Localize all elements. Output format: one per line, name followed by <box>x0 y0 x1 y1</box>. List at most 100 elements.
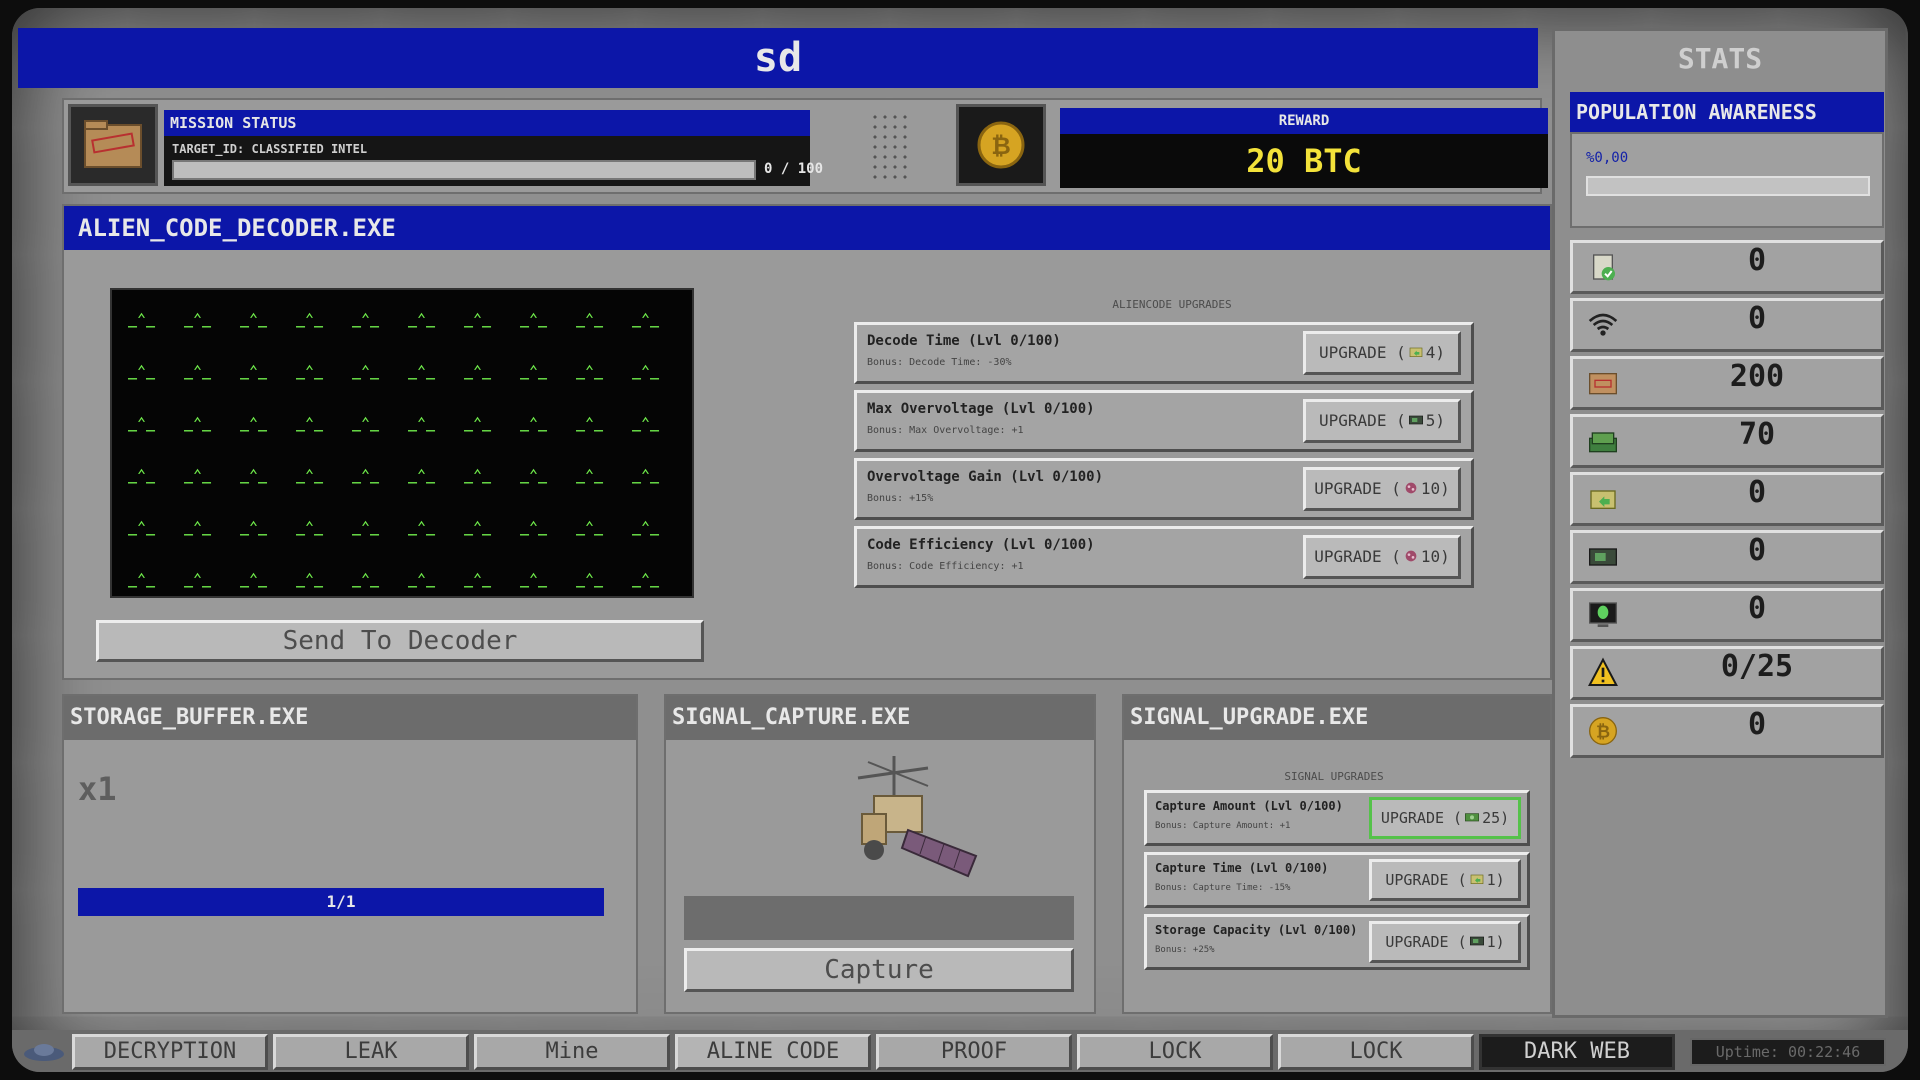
start-logo-icon[interactable] <box>20 1038 70 1066</box>
upgrade-button[interactable]: UPGRADE ( 5) <box>1303 399 1461 443</box>
alien-orb-icon <box>1403 540 1419 562</box>
upgrade-button-label: UPGRADE ( <box>1385 871 1467 889</box>
signal-capture-title: SIGNAL_CAPTURE.EXE <box>666 696 1094 740</box>
upgrade-bonus: Bonus: Decode Time: -30% <box>867 357 1012 368</box>
alien-glyph: _⌃_ <box>184 518 212 536</box>
mission-target: TARGET_ID: CLASSIFIED INTEL <box>172 142 368 156</box>
taskbar-tab[interactable]: Mine <box>474 1034 670 1070</box>
capture-button[interactable]: Capture <box>684 948 1074 992</box>
upgrade-cost: 5) <box>1425 411 1445 430</box>
gpu-icon <box>1408 404 1424 425</box>
folder-arrow-icon <box>1585 483 1621 515</box>
alien-glyph: _⌃_ <box>128 310 156 328</box>
reward-value: 20 BTC <box>1060 134 1548 188</box>
alien-glyph: _⌃_ <box>240 414 268 432</box>
stat-value: 0 <box>1747 243 1767 278</box>
stat-value: 0/25 <box>1720 649 1794 684</box>
alien-glyph: _⌃_ <box>632 466 660 484</box>
reward-coin-box: ₿ <box>956 104 1046 186</box>
alien-glyph: _⌃_ <box>520 414 548 432</box>
upgrade-button[interactable]: UPGRADE (10) <box>1303 535 1461 579</box>
storage-multiplier: x1 <box>78 770 117 808</box>
upgrade-button[interactable]: UPGRADE ( 4) <box>1303 331 1461 375</box>
upgrade-name: Storage Capacity (Lvl 0/100) <box>1155 923 1358 937</box>
upgrade-button[interactable]: UPGRADE (25) <box>1369 797 1521 839</box>
upgrade-name: Max Overvoltage (Lvl 0/100) <box>867 401 1095 417</box>
alien-glyph: _⌃_ <box>632 362 660 380</box>
alien-glyph: _⌃_ <box>464 310 492 328</box>
upgrade-button[interactable]: UPGRADE ( 1) <box>1369 859 1521 901</box>
alien-glyph: _⌃_ <box>576 414 604 432</box>
alien-glyph: _⌃_ <box>632 518 660 536</box>
satellite-icon <box>857 756 978 878</box>
bitcoin-icon: ₿ <box>977 121 1025 169</box>
alien-glyph: _⌃_ <box>128 466 156 484</box>
stat-value: 0 <box>1747 707 1767 742</box>
upgrade-bonus: Bonus: Code Efficiency: +1 <box>867 561 1024 572</box>
alien-glyph: _⌃_ <box>184 362 212 380</box>
taskbar-tab[interactable]: LEAK <box>273 1034 469 1070</box>
alien-glyph: _⌃_ <box>408 466 436 484</box>
alien-glyph: _⌃_ <box>240 466 268 484</box>
gpu-icon <box>1585 541 1621 573</box>
stat-row: 0 <box>1570 588 1884 642</box>
stat-row: 70 <box>1570 414 1884 468</box>
alien-glyph: _⌃_ <box>296 414 324 432</box>
taskbar-tab[interactable]: PROOF <box>876 1034 1072 1070</box>
alien-glyph-grid: _⌃_ _⌃_ _⌃_ _⌃_ _⌃_ _⌃_ _⌃_ _⌃_ _⌃_ _⌃_ _⌃_ _⌃_ _⌃_ _… <box>128 310 688 622</box>
folder-arrow-icon <box>1469 864 1485 884</box>
upgrade-button-label: UPGRADE ( <box>1319 343 1406 362</box>
signal-upgrade-card: Capture Time (Lvl 0/100) Bonus: Capture T… <box>1144 852 1530 908</box>
upgrade-cost: 10) <box>1420 547 1450 566</box>
stat-row: 0 <box>1570 240 1884 294</box>
taskbar-tab[interactable]: LOCK <box>1278 1034 1474 1070</box>
alien-glyph: _⌃_ <box>576 466 604 484</box>
document-check-icon <box>1585 251 1621 283</box>
taskbar-tab[interactable]: LOCK <box>1077 1034 1273 1070</box>
upgrade-button[interactable]: UPGRADE (10) <box>1303 467 1461 511</box>
alien-glyph: _⌃_ <box>240 362 268 380</box>
alien-glyph: _⌃_ <box>632 310 660 328</box>
stat-value: 70 <box>1738 417 1776 452</box>
alien-glyph: _⌃_ <box>520 518 548 536</box>
upgrade-cost: 4) <box>1425 343 1445 362</box>
alien-glyph: _⌃_ <box>520 310 548 328</box>
alien-glyph: _⌃_ <box>352 362 380 380</box>
stat-row: 0 <box>1570 472 1884 526</box>
upgrade-bonus: Bonus: Capture Time: -15% <box>1155 883 1291 893</box>
reward-label: REWARD <box>1060 108 1548 134</box>
alien-monitor-icon <box>1585 599 1621 631</box>
dot-grid-decoration <box>870 112 910 182</box>
folder-arrow-icon <box>1408 336 1424 357</box>
alien-glyph: _⌃_ <box>184 466 212 484</box>
alien-glyph: _⌃_ <box>240 518 268 536</box>
send-to-decoder-button[interactable]: Send To Decoder <box>96 620 704 662</box>
upgrade-button[interactable]: UPGRADE (1) <box>1369 921 1521 963</box>
upgrade-button-label: UPGRADE ( <box>1380 809 1463 827</box>
mission-folder-box <box>68 104 158 186</box>
population-awareness-label: POPULATION AWARENESS <box>1570 92 1884 132</box>
bitcoin-icon: ₿ <box>1585 715 1621 747</box>
game-screen: sd MISSION STATUS TARGET_ID: CLASSIFIED … <box>12 8 1908 1072</box>
alien-glyph: _⌃_ <box>352 570 380 588</box>
alien-glyph: _⌃_ <box>632 570 660 588</box>
storage-buffer-panel <box>62 694 638 1014</box>
aliencode-upgrades-title: ALIENCODE UPGRADES <box>1112 298 1232 311</box>
stat-value: 0 <box>1747 533 1767 568</box>
alien-glyph: _⌃_ <box>128 570 156 588</box>
taskbar-tab[interactable]: DARK WEB <box>1479 1034 1675 1070</box>
upgrade-name: Code Efficiency (Lvl 0/100) <box>867 537 1095 553</box>
upgrade-button-label: UPGRADE ( <box>1319 411 1406 430</box>
upgrade-cost: 1) <box>1486 871 1505 889</box>
taskbar-tab[interactable]: DECRYPTION <box>72 1034 268 1070</box>
uptime-display: Uptime: 00:22:46 <box>1690 1038 1886 1066</box>
taskbar-tab[interactable]: ALINE CODE <box>675 1034 871 1070</box>
aliencode-upgrade-card: Code Efficiency (Lvl 0/100) Bonus: Code E… <box>854 526 1474 588</box>
stat-value: 0 <box>1747 591 1767 626</box>
upgrade-name: Capture Time (Lvl 0/100) <box>1155 861 1329 875</box>
alien-glyph: _⌃_ <box>240 570 268 588</box>
alien-glyph: _⌃_ <box>408 362 436 380</box>
stat-row: 0 <box>1570 298 1884 352</box>
upgrade-cost: 10) <box>1420 479 1450 498</box>
alien-glyph: _⌃_ <box>464 362 492 380</box>
